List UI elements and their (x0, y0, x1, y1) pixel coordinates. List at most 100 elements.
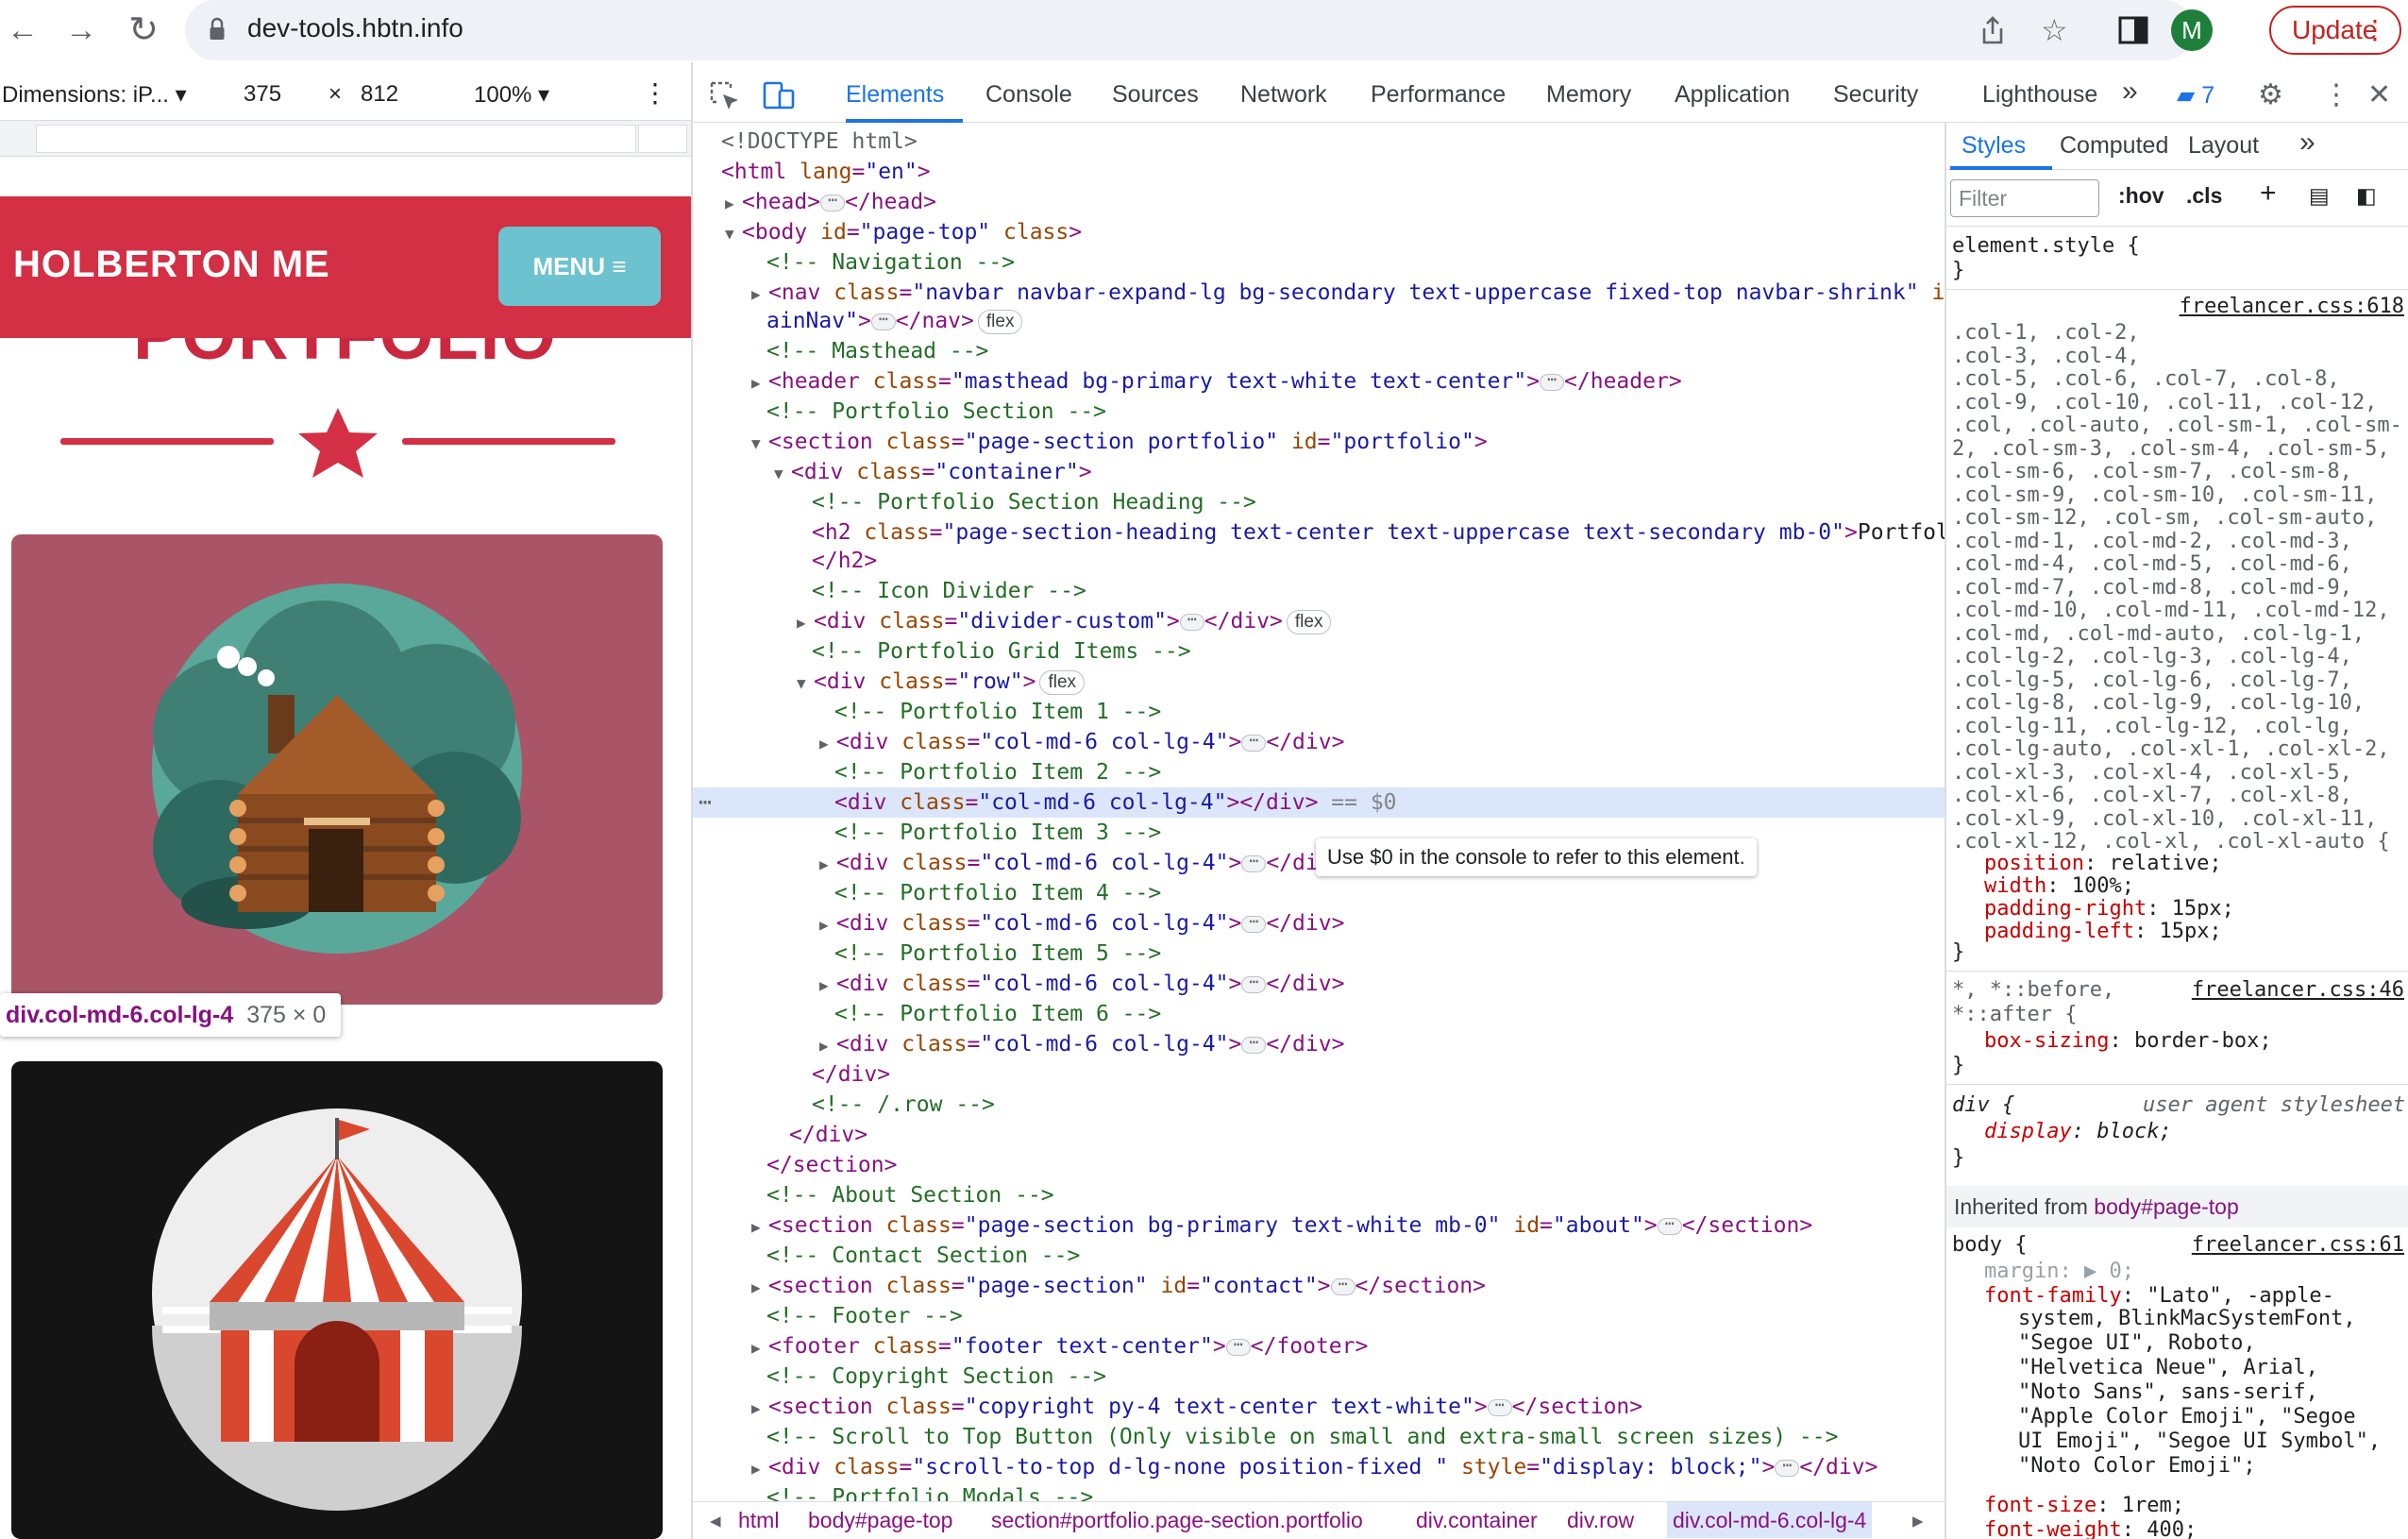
issues-badge[interactable]: ▰ 7 (2177, 81, 2214, 110)
div-selector[interactable]: div { (1952, 1093, 2014, 1118)
profile-avatar[interactable]: M (2171, 9, 2213, 51)
elements-tree[interactable]: <!DOCTYPE html> <html lang="en"> ▶ <head>… (693, 123, 1945, 1501)
inherited-element-link[interactable]: body#page-top (2094, 1194, 2238, 1219)
style-property-font-size[interactable]: font-size: 1rem; (1984, 1494, 2184, 1518)
breadcrumb-item[interactable]: body#page-top (808, 1502, 952, 1538)
dom-node-section-contact[interactable]: ▶ <section class="page-section" id="conta… (693, 1271, 1945, 1301)
dom-node-body[interactable]: ▼ <body id="page-top" class> (693, 217, 1945, 247)
dom-node-head[interactable]: ▶ <head> ⋯ </head> (693, 187, 1945, 217)
dom-comment[interactable]: <!-- Portfolio Item 2 --> (693, 757, 1945, 787)
device-dimensions-select[interactable]: Dimensions: iP... ▾ (2, 81, 187, 109)
dom-comment[interactable]: <!-- Scroll to Top Button (Only visible … (693, 1422, 1945, 1452)
dom-node-container-close[interactable]: </div> (693, 1120, 1945, 1150)
styles-filter-input[interactable]: Filter (1950, 179, 2099, 217)
element-style-selector[interactable]: element.style { (1952, 234, 2140, 259)
dom-node-footer[interactable]: ▶ <footer class="footer text-center"> ⋯ </f… (693, 1331, 1945, 1361)
media-query-ruler[interactable] (0, 121, 691, 157)
menu-button[interactable]: MENU ≡ (498, 227, 661, 306)
universal-selector-after[interactable]: *::after { (1952, 1003, 2077, 1027)
more-tabs-chevron-icon[interactable]: » (2122, 76, 2138, 108)
share-icon[interactable] (1979, 15, 2007, 45)
style-property[interactable]: position: relative; (1984, 852, 2222, 876)
source-link[interactable]: freelancer.css:61 (2192, 1233, 2404, 1257)
breadcrumb-item[interactable]: section#portfolio.page-section.portfolio (991, 1502, 1363, 1538)
tab-elements[interactable]: Elements (846, 81, 944, 109)
dom-node-col-6[interactable]: ▶ <div class="col-md-6 col-lg-4"> ⋯ </div> (693, 1029, 1945, 1059)
property-value[interactable]: 15px; (2159, 920, 2221, 943)
breadcrumb-item[interactable]: div.row (1567, 1502, 1634, 1538)
universal-selector[interactable]: *, *::before, (1952, 978, 2114, 1003)
dom-comment[interactable]: <!-- Portfolio Grid Items --> (693, 636, 1945, 667)
back-arrow-icon[interactable]: ← (4, 11, 42, 49)
style-property-margin[interactable]: margin: ▶ 0; (1984, 1260, 2134, 1284)
cls-toggle[interactable]: .cls (2186, 183, 2222, 209)
tab-security[interactable]: Security (1833, 81, 1918, 109)
viewport-height-input[interactable]: 812 (361, 81, 398, 108)
dom-node-section-copyright[interactable]: ▶ <section class="copyright py-4 text-cen… (693, 1392, 1945, 1422)
style-property-font-weight[interactable]: font-weight: 400; (1984, 1518, 2197, 1539)
dom-comment[interactable]: <!-- /.row --> (693, 1090, 1945, 1120)
dom-comment[interactable]: <!-- Portfolio Item 6 --> (693, 999, 1945, 1029)
breadcrumb-item-current[interactable]: div.col-md-6.col-lg-4 (1667, 1502, 1873, 1538)
tab-sources[interactable]: Sources (1112, 81, 1199, 109)
dom-node-section-about[interactable]: ▶ <section class="page-section bg-primary… (693, 1210, 1945, 1241)
breadcrumb-item[interactable]: div.container (1416, 1502, 1538, 1538)
style-property[interactable]: width: 100%; (1984, 874, 2134, 899)
tab-performance[interactable]: Performance (1371, 81, 1506, 109)
dom-node-header[interactable]: ▶ <header class="masthead bg-primary text… (693, 366, 1945, 397)
new-rule-plus-icon[interactable]: + (2260, 178, 2277, 210)
dom-comment[interactable]: <!-- Navigation --> (693, 247, 1945, 278)
device-viewport[interactable]: PORTFOLIO HOLBERTON ME MENU ≡ (0, 157, 691, 1539)
style-property-font-family[interactable]: font-family: "Lato", -apple- (1984, 1284, 2334, 1309)
update-button[interactable]: Update ⋮ (2269, 6, 2401, 55)
body-selector[interactable]: body { (1952, 1233, 2027, 1258)
devtools-menu-icon[interactable]: ⋮ (2322, 79, 2350, 111)
style-property[interactable]: display: block; (1984, 1120, 2172, 1144)
reload-icon[interactable]: ↻ (125, 11, 162, 49)
property-value[interactable]: 100%; (2072, 874, 2134, 898)
tab-computed[interactable]: Computed (2060, 132, 2168, 160)
dom-node-nav-cont[interactable]: ainNav"> ⋯ </nav> flex (693, 306, 1945, 336)
device-toggle-icon[interactable] (763, 79, 795, 111)
dom-node-h2[interactable]: <h2 class="page-section-heading text-cen… (693, 517, 1945, 548)
ruler-segment[interactable] (638, 125, 687, 153)
tab-network[interactable]: Network (1240, 81, 1327, 109)
site-brand[interactable]: HOLBERTON ME (13, 244, 330, 286)
tab-styles[interactable]: Styles (1962, 132, 2026, 160)
dom-comment[interactable]: <!-- Portfolio Item 1 --> (693, 697, 1945, 727)
dom-node-scroll-to-top[interactable]: ▶ <div class="scroll-to-top d-lg-none pos… (693, 1452, 1945, 1482)
breadcrumb-item[interactable]: html (738, 1502, 779, 1538)
paint-brush-icon[interactable]: ▤ (2309, 183, 2330, 209)
tab-lighthouse[interactable]: Lighthouse (1982, 81, 2097, 109)
settings-gear-icon[interactable]: ⚙ (2258, 79, 2283, 111)
dom-node-h2-close[interactable]: </h2> (693, 546, 1945, 576)
dom-node-col-5[interactable]: ▶ <div class="col-md-6 col-lg-4"> ⋯ </div> (693, 969, 1945, 999)
zoom-select[interactable]: 100% ▾ (474, 81, 549, 109)
style-property[interactable]: padding-left: 15px; (1984, 920, 2222, 944)
dom-comment[interactable]: <!-- About Section --> (693, 1180, 1945, 1210)
dom-comment[interactable]: <!-- Portfolio Section --> (693, 397, 1945, 427)
breadcrumb-left-arrow-icon[interactable]: ◂ (710, 1502, 721, 1538)
dom-node-row[interactable]: ▼ <div class="row"> flex (693, 667, 1945, 697)
dom-node-section-portfolio[interactable]: ▼ <section class="page-section portfolio"… (693, 427, 1945, 457)
dom-node-html[interactable]: <html lang="en"> (693, 157, 1945, 187)
dom-comment[interactable]: <!-- Footer --> (693, 1301, 1945, 1331)
dom-comment[interactable]: <!-- Icon Divider --> (693, 576, 1945, 606)
source-link[interactable]: freelancer.css:46 (2192, 978, 2404, 1002)
dom-comment[interactable]: <!-- Portfolio Section Heading --> (693, 487, 1945, 517)
portfolio-item-cabin[interactable] (11, 534, 663, 1005)
node-actions-ellipsis-icon[interactable]: ⋯ (699, 787, 712, 818)
dom-node-col-4[interactable]: ▶ <div class="col-md-6 col-lg-4"> ⋯ </div> (693, 908, 1945, 939)
breadcrumb-right-arrow-icon[interactable]: ▸ (1912, 1502, 1924, 1538)
bookmark-star-icon[interactable]: ☆ (2041, 13, 2068, 47)
viewport-width-input[interactable]: 375 (244, 81, 281, 108)
portfolio-item-circus[interactable] (11, 1061, 663, 1539)
source-link[interactable]: freelancer.css:618 (2180, 295, 2404, 318)
ruler-segment[interactable] (36, 125, 636, 153)
tab-layout[interactable]: Layout (2188, 132, 2259, 160)
dom-node-row-close[interactable]: </div> (693, 1059, 1945, 1090)
property-value[interactable]: relative; (2109, 852, 2221, 875)
forward-arrow-icon[interactable]: → (62, 11, 100, 49)
device-more-icon[interactable]: ⋮ (642, 77, 668, 109)
more-panes-chevron-icon[interactable]: » (2299, 127, 2315, 159)
